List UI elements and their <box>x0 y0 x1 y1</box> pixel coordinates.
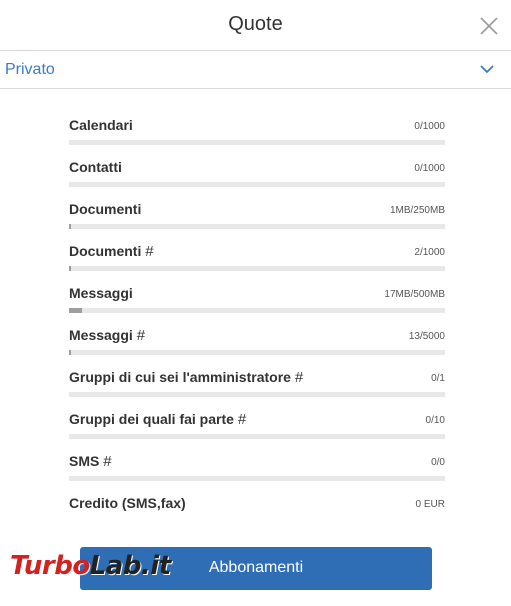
watermark-part2: Lab.it <box>89 551 171 581</box>
quota-progress-bar <box>69 266 445 271</box>
quota-label-text: Documenti <box>69 243 142 259</box>
quota-item: Gruppi dei quali fai parte #0/10 <box>69 411 445 453</box>
quota-value: 0/1000 <box>414 121 445 132</box>
quota-value: 1MB/250MB <box>389 205 445 216</box>
quota-progress-fill <box>69 308 82 313</box>
quota-progress-bar <box>69 434 445 439</box>
quota-label-text: Contatti <box>69 159 122 175</box>
close-button[interactable] <box>479 16 499 36</box>
quota-progress-bar <box>69 140 445 145</box>
quota-value: 0/10 <box>425 415 445 426</box>
quota-count-marker: # <box>103 453 112 470</box>
dialog-header: Quote <box>0 0 511 51</box>
account-selected-label: Privato <box>5 61 55 78</box>
quota-progress-fill <box>69 350 72 355</box>
quota-label-text: Gruppi di cui sei l'amministratore <box>69 369 291 385</box>
quota-item: Documenti #2/1000 <box>69 243 445 285</box>
quota-item: Calendari 0/1000 <box>69 117 445 159</box>
quota-list: Calendari 0/1000 Contatti 0/1000 Documenti 1M… <box>69 117 445 537</box>
quota-value: 0/0 <box>431 457 445 468</box>
quota-progress-bar <box>69 308 445 313</box>
quota-label: Gruppi dei quali fai parte # <box>69 411 246 428</box>
quota-dialog: Quote Privato Calendari 0/1000 Contatti 0/1… <box>0 0 511 606</box>
quota-label-text: Credito (SMS,fax) <box>69 495 186 511</box>
quota-item: Gruppi di cui sei l'amministratore #0/1 <box>69 369 445 411</box>
quota-label: Credito (SMS,fax) <box>69 495 186 511</box>
quota-label-text: SMS <box>69 453 100 469</box>
quota-label: Contatti <box>69 159 122 175</box>
quota-value: 0/1000 <box>414 163 445 174</box>
quota-count-marker: # <box>237 411 247 428</box>
quota-progress-fill <box>69 224 72 229</box>
quota-item: Messaggi 17MB/500MB <box>69 285 445 327</box>
quota-progress-bar <box>69 476 445 481</box>
quota-value: 17MB/500MB <box>384 289 445 300</box>
quota-value: 0 EUR <box>415 499 445 510</box>
dialog-title: Quote <box>228 13 283 35</box>
close-icon <box>480 17 498 35</box>
quota-label-text: Calendari <box>69 117 133 133</box>
quota-value: 0/1 <box>431 373 445 384</box>
chevron-down-icon <box>480 65 494 74</box>
quota-label-text: Messaggi <box>69 327 133 343</box>
quota-item: Documenti 1MB/250MB <box>69 201 445 243</box>
quota-item: SMS #0/0 <box>69 453 445 495</box>
quota-progress-bar <box>69 392 445 397</box>
quota-item: Contatti 0/1000 <box>69 159 445 201</box>
quota-progress-bar <box>69 224 445 229</box>
quota-item: Credito (SMS,fax) 0 EUR <box>69 495 445 537</box>
quota-progress-bar <box>69 350 445 355</box>
watermark-part1: Turbo <box>10 551 90 581</box>
quota-label: Documenti # <box>69 243 154 260</box>
quota-value: 2/1000 <box>414 247 445 258</box>
watermark-logo: TurboLab.it <box>10 551 171 585</box>
quota-value: 13/5000 <box>408 331 445 342</box>
quota-count-marker: # <box>145 243 154 260</box>
quota-label: Messaggi # <box>69 327 145 344</box>
quota-progress-fill <box>69 266 72 271</box>
quota-label-text: Messaggi <box>69 285 133 301</box>
quota-label-text: Documenti <box>69 201 142 217</box>
quota-progress-bar <box>69 182 445 187</box>
quota-label: SMS # <box>69 453 112 470</box>
quota-label-text: Gruppi dei quali fai parte <box>69 411 234 427</box>
quota-count-marker: # <box>294 369 304 386</box>
account-selector[interactable]: Privato <box>0 51 511 89</box>
quota-count-marker: # <box>136 327 146 344</box>
quota-item: Messaggi #13/5000 <box>69 327 445 369</box>
quota-label: Gruppi di cui sei l'amministratore # <box>69 369 303 386</box>
quota-label: Messaggi <box>69 285 133 301</box>
quota-label: Calendari <box>69 117 133 133</box>
quota-label: Documenti <box>69 201 141 217</box>
